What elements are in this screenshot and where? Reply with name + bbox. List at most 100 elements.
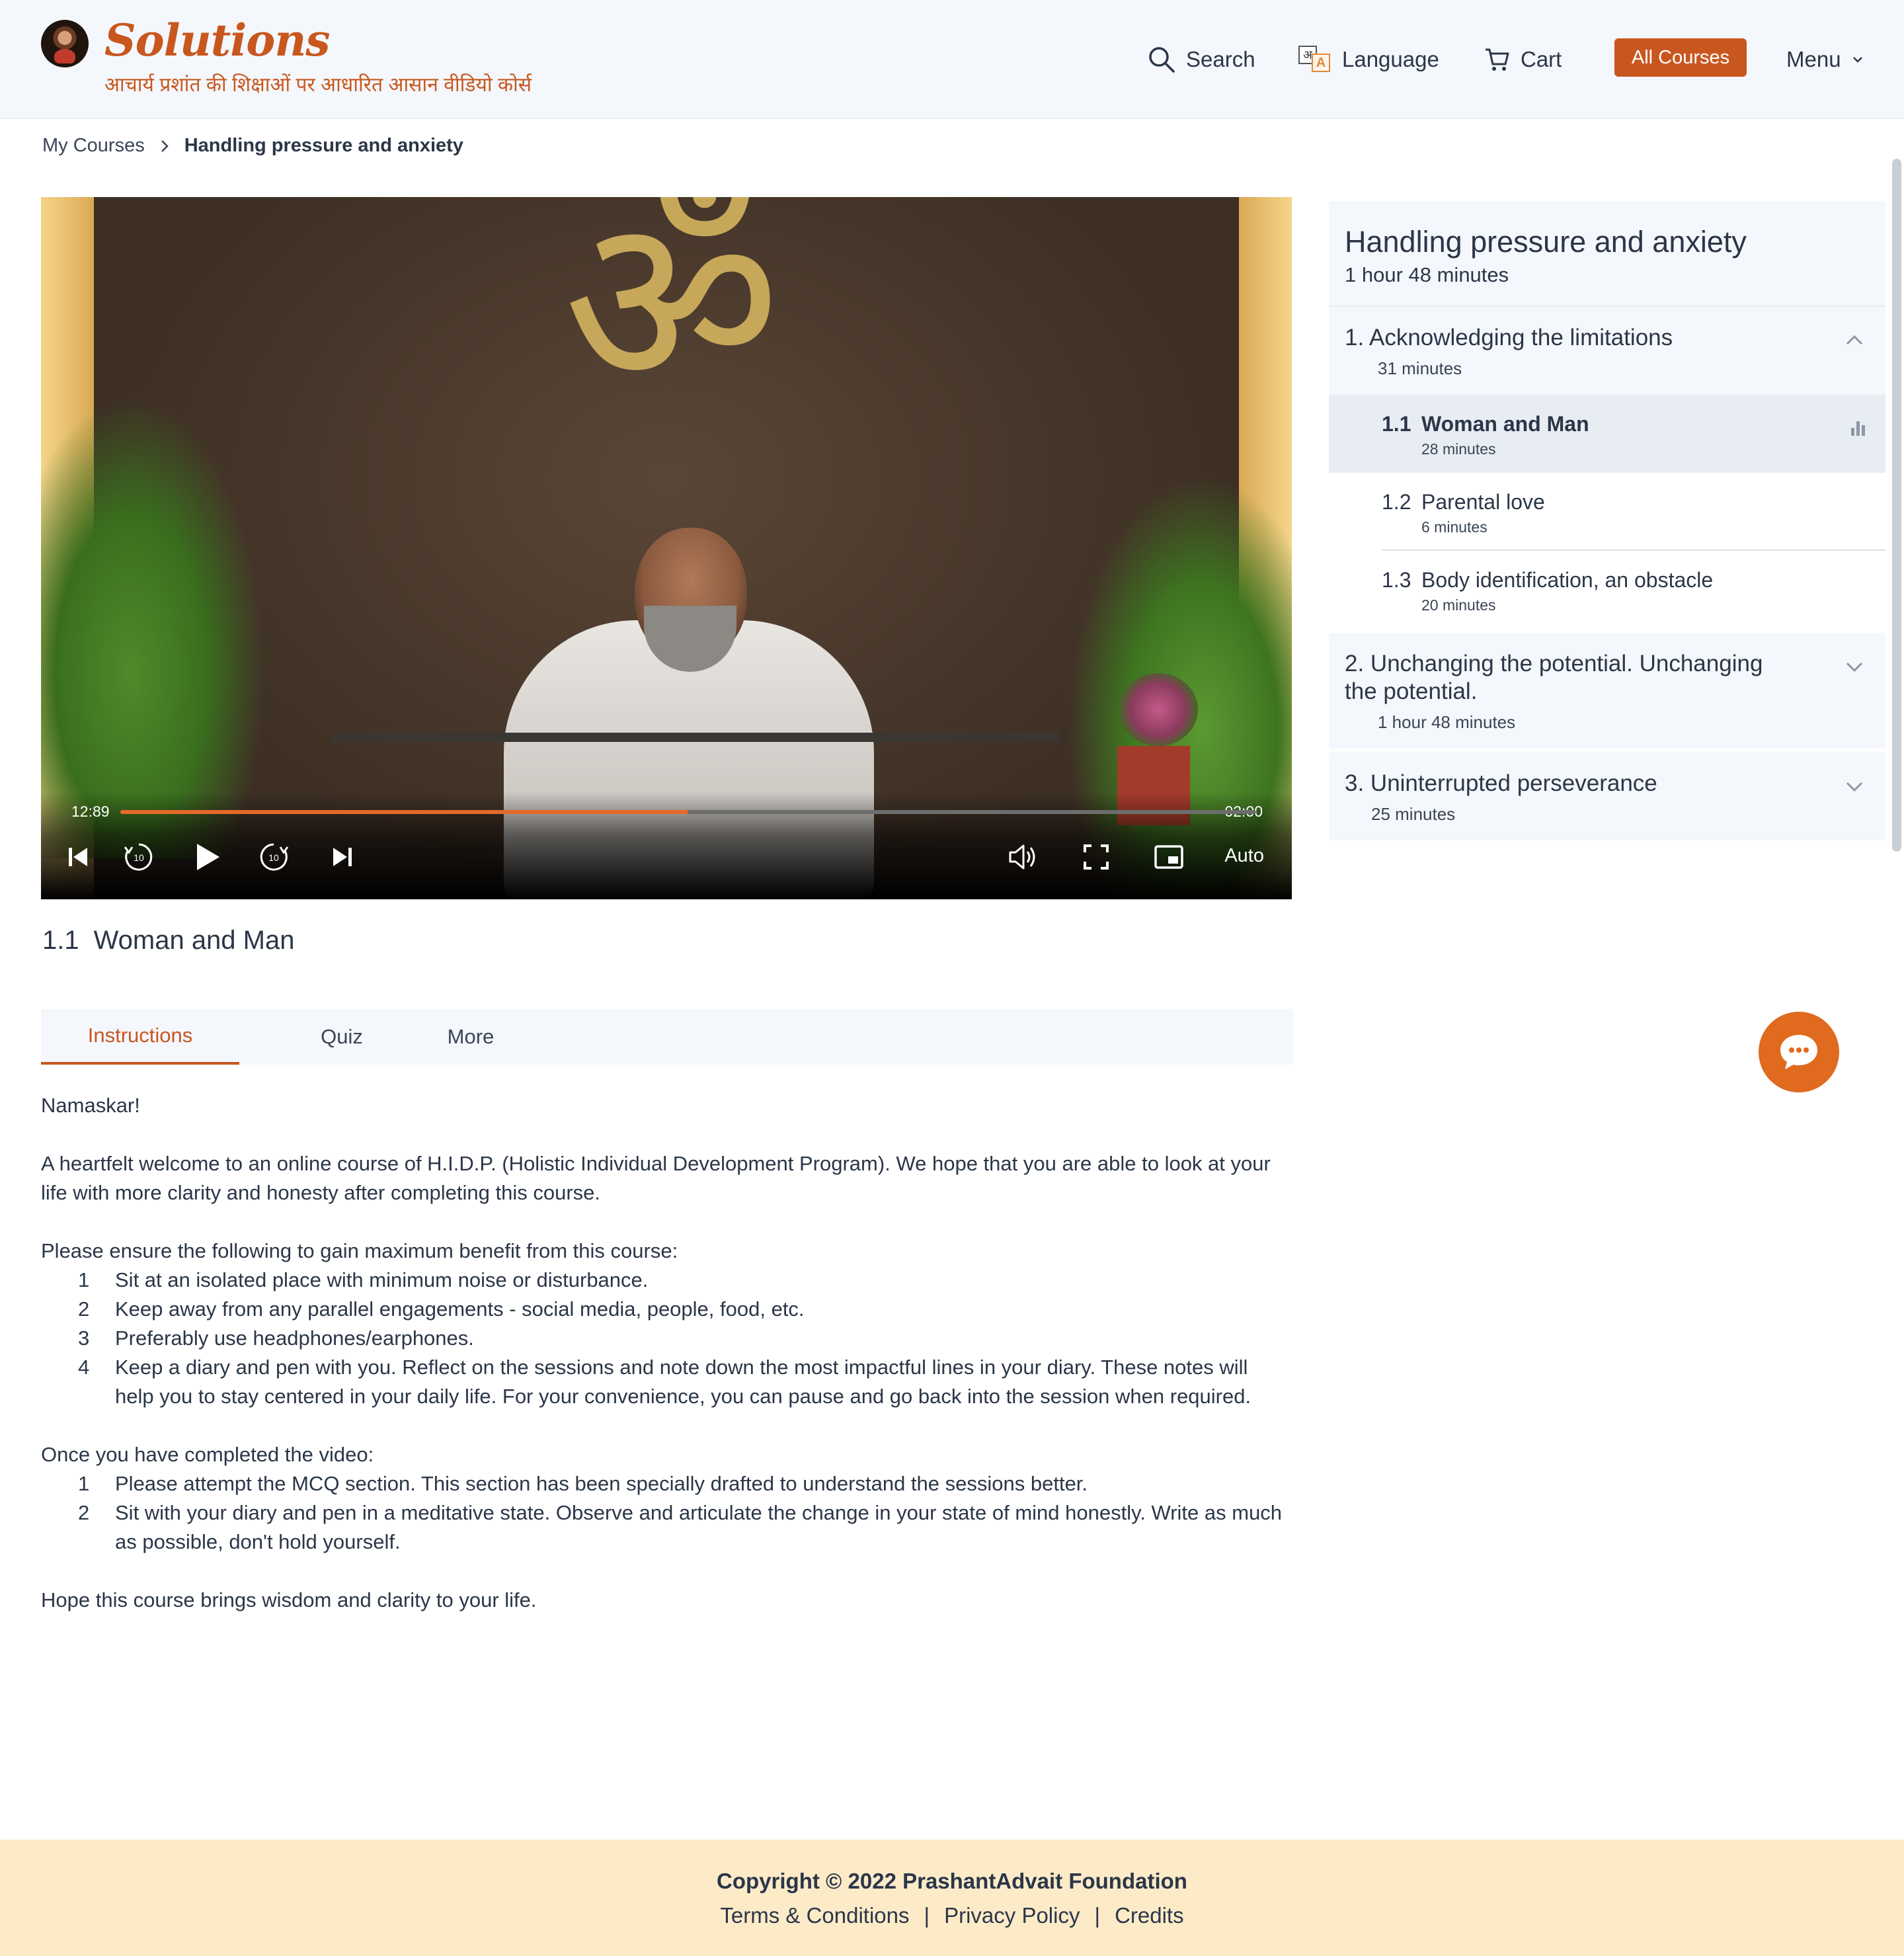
lesson-title: 1.1 Woman and Man bbox=[42, 926, 294, 956]
all-courses-button[interactable]: All Courses bbox=[1614, 38, 1747, 77]
footer-links: Terms & Conditions | Privacy Policy | Cr… bbox=[0, 1903, 1904, 1928]
chevron-down-icon[interactable] bbox=[1843, 655, 1866, 678]
play-icon bbox=[197, 844, 219, 870]
lesson-item-active[interactable]: 1.1 Woman and Man 28 minutes bbox=[1329, 395, 1885, 473]
lesson-list: 1.1 Woman and Man 28 minutes 1.2 Parental … bbox=[1329, 395, 1885, 629]
welcome-text: A heartfelt welcome to an online course … bbox=[41, 1152, 1271, 1204]
nav-search[interactable]: Search bbox=[1148, 42, 1255, 77]
quality-selector[interactable]: Auto bbox=[1224, 845, 1264, 867]
nav-cart[interactable]: Cart bbox=[1484, 42, 1562, 77]
lesson-item-duration: 6 minutes bbox=[1421, 518, 1488, 536]
greeting: Namaskar! bbox=[41, 1094, 140, 1117]
chevron-right-icon bbox=[161, 140, 169, 152]
list-item: 2 Keep away from any parallel engagements… bbox=[78, 1297, 805, 1321]
nav-search-label: Search bbox=[1186, 47, 1255, 71]
forward-10-icon: 10 bbox=[260, 843, 289, 871]
time-elapsed: 12:89 bbox=[71, 803, 110, 820]
lesson-item-title: Woman and Man bbox=[1421, 412, 1589, 436]
avatar-logo[interactable] bbox=[41, 20, 89, 67]
skip-next-button[interactable] bbox=[324, 837, 361, 877]
language-icon: अ A bbox=[1298, 46, 1331, 73]
terms-link[interactable]: Terms & Conditions bbox=[720, 1903, 909, 1928]
section-header[interactable]: 2. Unchanging the potential. Unchanging … bbox=[1329, 633, 1885, 749]
site-footer: Copyright © 2022 PrashantAdvait Foundati… bbox=[0, 1840, 1904, 1956]
lesson-number: 1.1 bbox=[42, 926, 79, 955]
breadcrumb-my-courses[interactable]: My Courses bbox=[42, 135, 145, 157]
cart-icon bbox=[1486, 48, 1509, 71]
skip-previous-icon bbox=[69, 848, 87, 866]
volume-button[interactable] bbox=[1004, 837, 1043, 877]
tab-instructions[interactable]: Instructions bbox=[41, 1009, 239, 1065]
chevron-down-icon bbox=[1852, 57, 1862, 63]
list-item: 2 Sit with your diary and pen in a medita… bbox=[78, 1501, 1283, 1553]
progress-track[interactable] bbox=[120, 810, 1256, 814]
now-playing-icon bbox=[1851, 419, 1866, 436]
site-header: Solutions आचार्य प्रशांत की शिक्षाओं पर … bbox=[0, 0, 1904, 119]
svg-text:10: 10 bbox=[134, 852, 144, 863]
rewind-10-icon: 10 bbox=[124, 843, 153, 871]
fullscreen-icon bbox=[1084, 844, 1109, 870]
copyright-text: Copyright © 2022 PrashantAdvait Foundati… bbox=[717, 1869, 1187, 1893]
lesson-item[interactable]: 1.3 Body identification, an obstacle 20 m… bbox=[1329, 551, 1885, 629]
chevron-up-icon[interactable] bbox=[1843, 329, 1866, 352]
progress-fill bbox=[120, 810, 688, 814]
section-header[interactable]: 1. Acknowledging the limitations 31 minu… bbox=[1329, 307, 1885, 395]
skip-next-icon bbox=[333, 848, 352, 866]
link-separator: | bbox=[1094, 1903, 1101, 1928]
course-header: Handling pressure and anxiety 1 hour 48 … bbox=[1329, 201, 1885, 307]
credits-link[interactable]: Credits bbox=[1115, 1903, 1184, 1928]
nav-menu-label: Menu bbox=[1786, 47, 1841, 71]
brand-title[interactable]: Solutions bbox=[104, 15, 330, 66]
picture-in-picture-icon bbox=[1154, 845, 1183, 869]
section-duration: 1 hour 48 minutes bbox=[1378, 712, 1516, 732]
section-duration: 31 minutes bbox=[1378, 358, 1462, 378]
section-title: 1. Acknowledging the limitations bbox=[1345, 325, 1673, 350]
svg-text:10: 10 bbox=[268, 852, 279, 863]
section-duration: 25 minutes bbox=[1371, 804, 1456, 824]
search-icon bbox=[1149, 47, 1175, 73]
course-duration: 1 hour 48 minutes bbox=[1345, 263, 1509, 286]
page-scrollbar[interactable] bbox=[1892, 159, 1901, 852]
picture-in-picture-button[interactable] bbox=[1149, 837, 1189, 877]
privacy-link[interactable]: Privacy Policy bbox=[944, 1903, 1080, 1928]
list-item: 1 Please attempt the MCQ section. This se… bbox=[78, 1472, 1088, 1495]
section-header[interactable]: 3. Uninterrupted perseverance 25 minutes bbox=[1329, 753, 1885, 840]
breadcrumb: My Courses Handling pressure and anxiety bbox=[42, 135, 463, 157]
tab-quiz[interactable]: Quiz bbox=[279, 1009, 405, 1065]
chat-button[interactable] bbox=[1759, 1012, 1839, 1092]
course-section: 1. Acknowledging the limitations 31 minu… bbox=[1329, 307, 1885, 633]
lesson-item-title: Body identification, an obstacle bbox=[1421, 568, 1714, 592]
skip-previous-button[interactable] bbox=[60, 837, 97, 877]
tab-more[interactable]: More bbox=[398, 1009, 543, 1065]
course-section: 3. Uninterrupted perseverance 25 minutes bbox=[1329, 753, 1885, 844]
chevron-down-icon[interactable] bbox=[1843, 775, 1866, 797]
list-item: 1 Sit at an isolated place with minimum n… bbox=[78, 1268, 649, 1291]
nav-language[interactable]: अ A Language bbox=[1298, 42, 1439, 77]
lesson-item[interactable]: 1.2 Parental love 6 minutes bbox=[1329, 473, 1885, 551]
section-title: 3. Uninterrupted perseverance bbox=[1345, 770, 1657, 796]
forward-10-button[interactable]: 10 bbox=[254, 837, 294, 877]
link-separator: | bbox=[924, 1903, 930, 1928]
nav-menu[interactable]: Menu bbox=[1786, 42, 1864, 77]
breadcrumb-current: Handling pressure and anxiety bbox=[184, 135, 463, 156]
course-section: 2. Unchanging the potential. Unchanging … bbox=[1329, 633, 1885, 753]
after-intro: Once you have completed the video: bbox=[41, 1443, 374, 1466]
om-symbol: ॐ bbox=[563, 197, 781, 441]
volume-icon bbox=[1009, 844, 1035, 870]
play-button[interactable] bbox=[188, 837, 227, 877]
lesson-tabs: Instructions Quiz More bbox=[41, 1009, 1293, 1065]
ensure-intro: Please ensure the following to gain maxi… bbox=[41, 1239, 678, 1262]
rewind-10-button[interactable]: 10 bbox=[119, 837, 159, 877]
section-title: 2. Unchanging the potential. Unchanging … bbox=[1345, 651, 1763, 704]
brand-subtitle: आचार्य प्रशांत की शिक्षाओं पर आधारित आसा… bbox=[104, 74, 532, 96]
chat-bubble-icon bbox=[1780, 1035, 1817, 1069]
after-list: 1 Please attempt the MCQ section. This se… bbox=[41, 1469, 1284, 1557]
lesson-item-title: Parental love bbox=[1421, 490, 1545, 514]
nav-cart-label: Cart bbox=[1521, 47, 1562, 71]
lesson-item-duration: 28 minutes bbox=[1421, 440, 1496, 458]
video-player[interactable]: ॐ 12:89 02:00 10 10 bbox=[41, 197, 1292, 899]
list-item: 4 Keep a diary and pen with you. Reflect … bbox=[78, 1356, 1251, 1408]
fullscreen-button[interactable] bbox=[1076, 837, 1116, 877]
lesson-item-duration: 20 minutes bbox=[1421, 596, 1496, 614]
course-title: Handling pressure and anxiety bbox=[1345, 225, 1747, 259]
